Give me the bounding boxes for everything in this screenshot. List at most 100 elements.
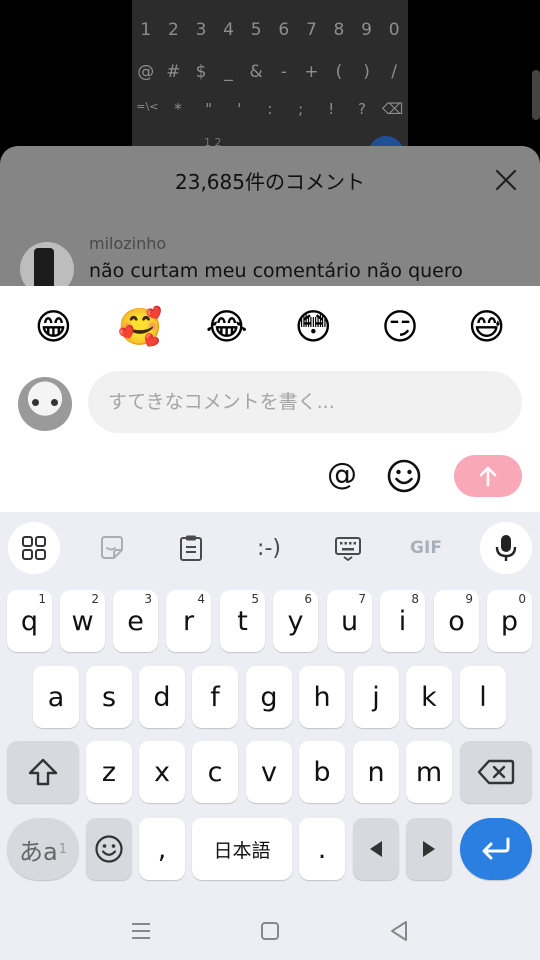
- keyboard-switch-button[interactable]: [322, 522, 374, 574]
- key-o[interactable]: o9: [434, 590, 479, 652]
- bg-key: $: [195, 62, 207, 82]
- caret-right-icon: [423, 841, 435, 857]
- cursor-left-key[interactable]: [353, 818, 399, 880]
- quick-emoji-flushed[interactable]: 😳: [283, 306, 343, 350]
- bg-key: 0: [388, 20, 400, 40]
- back-icon[interactable]: [386, 918, 412, 944]
- system-navigation-bar: [0, 902, 540, 960]
- bg-key: 9: [361, 20, 372, 40]
- comments-sheet: 23,685件のコメント milozinho não curtam meu co…: [0, 146, 540, 296]
- key-hint: 0: [518, 592, 526, 606]
- gif-button[interactable]: GIF: [400, 522, 452, 574]
- key-z[interactable]: z: [86, 741, 132, 803]
- quick-emoji-bar: 😁 🥰 😂 😳 😏 😅: [0, 306, 540, 350]
- quick-emoji-joy[interactable]: 😂: [197, 306, 257, 350]
- comma-key[interactable]: ,: [139, 818, 185, 880]
- quick-emoji-smirk[interactable]: 😏: [370, 306, 430, 350]
- key-v[interactable]: v: [246, 741, 292, 803]
- key-label: u: [340, 605, 359, 637]
- key-q[interactable]: q1: [7, 590, 52, 652]
- key-w[interactable]: w2: [60, 590, 105, 652]
- key-p[interactable]: p0: [487, 590, 532, 652]
- mention-button[interactable]: @: [322, 456, 362, 496]
- cursor-right-key[interactable]: [406, 818, 452, 880]
- background-video: 1 2 3 4 5 6 7 8 9 0 @ # $ _ & - + ( ) / …: [0, 0, 540, 156]
- key-label: i: [398, 605, 407, 637]
- key-h[interactable]: h: [299, 666, 345, 728]
- bg-key: 8: [333, 20, 345, 40]
- key-b[interactable]: b: [299, 741, 345, 803]
- recent-apps-icon[interactable]: [128, 918, 154, 944]
- key-c[interactable]: c: [192, 741, 238, 803]
- shift-key[interactable]: [7, 741, 79, 803]
- sticker-button[interactable]: [86, 522, 138, 574]
- key-y[interactable]: y6: [273, 590, 318, 652]
- key-hint: 3: [144, 592, 152, 606]
- key-n[interactable]: n: [353, 741, 399, 803]
- background-symbol-row-2: =\< * " ' : ; ! ? ⌫: [132, 100, 408, 118]
- quick-emoji-sweat-smile[interactable]: 😅: [457, 306, 517, 350]
- emoji-button[interactable]: [386, 458, 422, 494]
- key-d[interactable]: d: [139, 666, 185, 728]
- key-u[interactable]: u7: [327, 590, 372, 652]
- sticker-icon: [101, 536, 123, 559]
- shift-icon: [28, 758, 58, 786]
- close-icon[interactable]: [494, 168, 518, 192]
- key-m[interactable]: m: [406, 741, 452, 803]
- bg-key: @: [137, 62, 155, 82]
- key-label: y: [287, 605, 304, 637]
- enter-key[interactable]: [460, 818, 532, 880]
- key-hint: 5: [251, 592, 259, 606]
- enter-icon: [482, 837, 510, 860]
- key-hint: 9: [465, 592, 473, 606]
- bg-key: ": [205, 100, 213, 118]
- comments-count-title: 23,685件のコメント: [175, 170, 365, 194]
- key-r[interactable]: r4: [166, 590, 211, 652]
- comment-text: não curtam meu comentário não quero: [89, 260, 463, 282]
- key-g[interactable]: g: [246, 666, 292, 728]
- key-i[interactable]: i8: [380, 590, 425, 652]
- key-label: t: [237, 605, 248, 637]
- quick-emoji-grin[interactable]: 😁: [23, 306, 83, 350]
- voice-input-button[interactable]: [480, 522, 532, 574]
- background-video-frame: 1 2 3 4 5 6 7 8 9 0 @ # $ _ & - + ( ) / …: [132, 0, 408, 156]
- keyboard-apps-button[interactable]: [8, 522, 60, 574]
- key-f[interactable]: f: [192, 666, 238, 728]
- key-label: r: [182, 605, 195, 637]
- key-e[interactable]: e3: [113, 590, 158, 652]
- language-toggle-label: あa: [19, 837, 58, 866]
- space-key[interactable]: 日本語: [192, 818, 292, 880]
- period-key[interactable]: .: [299, 818, 345, 880]
- bg-key: ⌫: [381, 100, 404, 118]
- comment-compose-panel: 😁 🥰 😂 😳 😏 😅 @: [0, 286, 540, 512]
- bg-key: 3: [195, 20, 207, 40]
- home-icon[interactable]: [257, 918, 283, 944]
- key-s[interactable]: s: [86, 666, 132, 728]
- gif-label: GIF: [410, 538, 442, 558]
- bg-key: :: [267, 100, 273, 118]
- bg-key: -: [280, 62, 287, 82]
- caret-left-icon: [370, 841, 382, 857]
- key-hint: 2: [91, 592, 99, 606]
- comment-input[interactable]: [88, 371, 522, 433]
- bg-key: ?: [357, 100, 366, 118]
- key-hint: 7: [358, 592, 366, 606]
- emoji-keyboard-key[interactable]: [86, 818, 132, 880]
- emoticon-button[interactable]: :-): [243, 522, 295, 574]
- key-j[interactable]: j: [353, 666, 399, 728]
- backspace-key[interactable]: [460, 741, 532, 803]
- key-x[interactable]: x: [139, 741, 185, 803]
- key-a[interactable]: a: [33, 666, 79, 728]
- clipboard-button[interactable]: [165, 522, 217, 574]
- bg-key: ;: [298, 100, 304, 118]
- smiley-icon: [95, 835, 123, 863]
- language-toggle-key[interactable]: あa 1: [7, 818, 79, 880]
- send-button[interactable]: [454, 455, 522, 497]
- key-t[interactable]: t5: [220, 590, 265, 652]
- quick-emoji-hearts[interactable]: 🥰: [110, 306, 170, 350]
- key-l[interactable]: l: [460, 666, 506, 728]
- bg-key: 1: [140, 20, 152, 40]
- key-k[interactable]: k: [406, 666, 452, 728]
- comment-username[interactable]: milozinho: [89, 234, 166, 253]
- key-hint: 1: [38, 592, 46, 606]
